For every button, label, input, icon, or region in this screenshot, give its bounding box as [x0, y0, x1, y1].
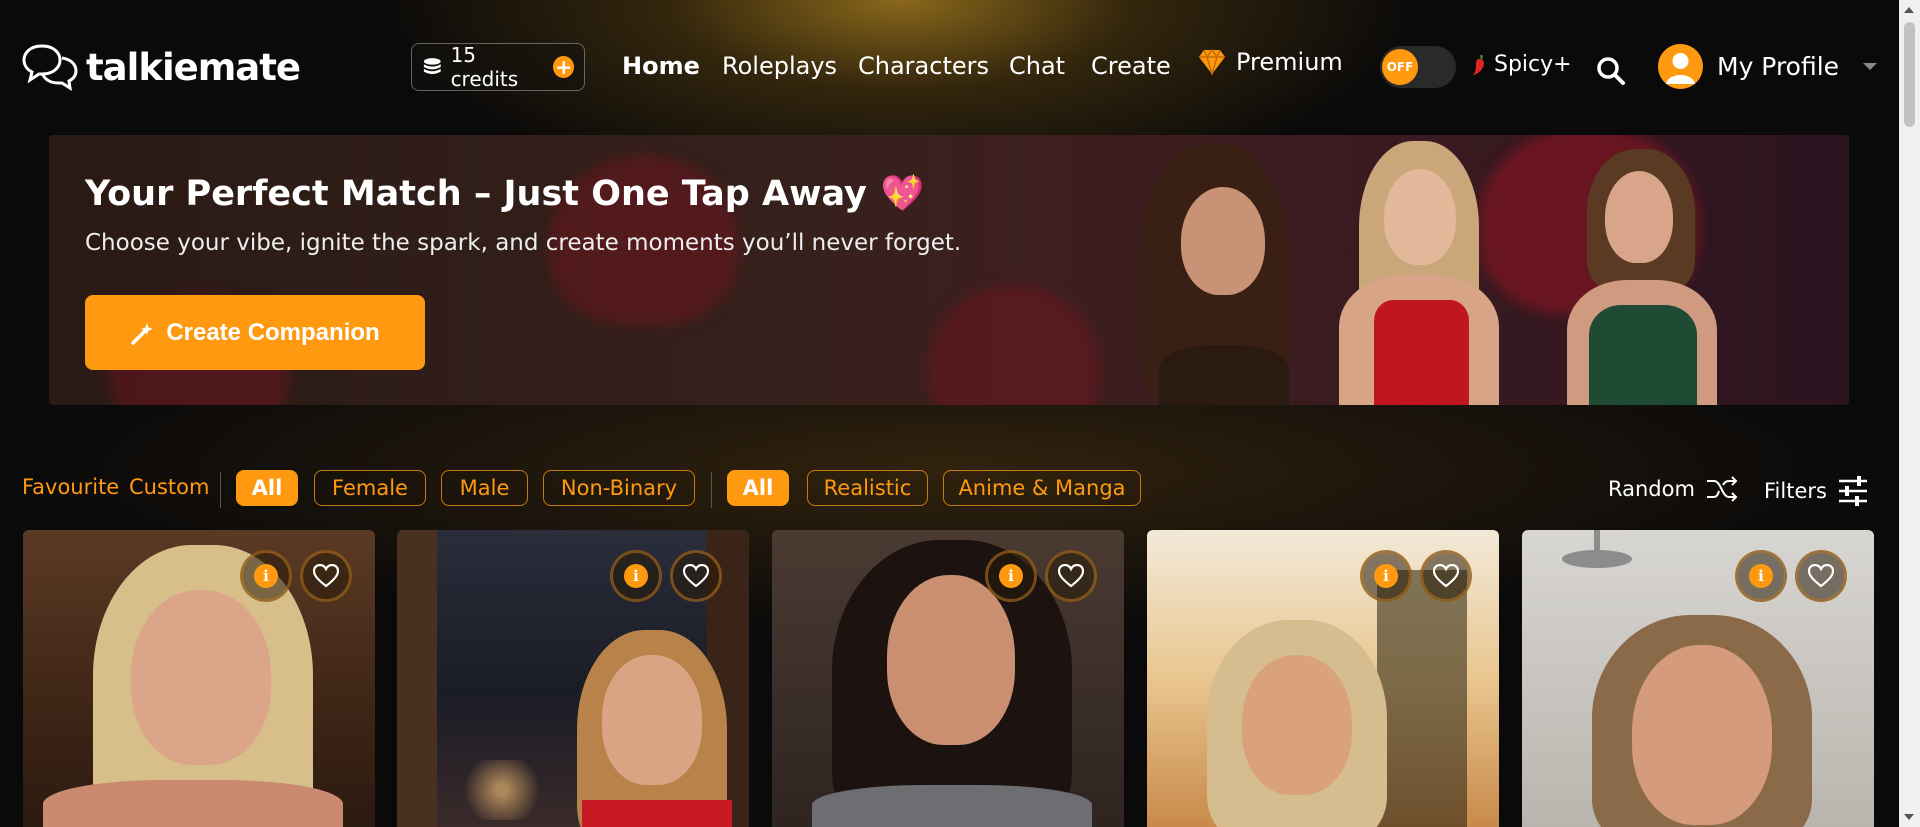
hero-banner: Your Perfect Match – Just One Tap Away 💖… [49, 135, 1849, 405]
search-icon[interactable] [1596, 56, 1626, 86]
info-button[interactable]: i [985, 550, 1037, 602]
info-icon: i [1749, 564, 1773, 588]
scroll-up-arrow-icon[interactable] [1904, 7, 1914, 13]
favorite-button[interactable] [1420, 550, 1472, 602]
scrollbar-thumb[interactable] [1904, 22, 1915, 127]
hero-title-text: Your Perfect Match – Just One Tap Away [85, 173, 867, 214]
nav-home[interactable]: Home [622, 52, 700, 80]
character-card[interactable]: i [23, 530, 375, 827]
app-name: talkiemate [86, 45, 301, 89]
diamond-icon [1199, 49, 1225, 75]
style-anime-manga-chip[interactable]: Anime & Manga [943, 470, 1141, 506]
profile-menu[interactable]: My Profile [1658, 44, 1878, 89]
sparkling-heart-icon: 💖 [880, 174, 925, 214]
shuffle-icon [1706, 476, 1738, 502]
create-companion-label: Create Companion [166, 318, 380, 346]
info-icon: i [624, 564, 648, 588]
spicy-label-group[interactable]: Spicy+ [1470, 52, 1572, 77]
page: talkiemate 15 credits + Home Roleplays C… [0, 0, 1899, 827]
profile-label: My Profile [1717, 52, 1840, 81]
filter-bar: Favourite Custom All Female Male Non-Bin… [0, 470, 1899, 510]
random-button[interactable]: Random [1608, 475, 1739, 503]
nav-chat[interactable]: Chat [1009, 52, 1065, 80]
add-credits-icon[interactable]: + [553, 56, 575, 78]
spicy-toggle[interactable]: OFF [1380, 46, 1456, 88]
info-button[interactable]: i [240, 550, 292, 602]
chat-bubbles-icon [22, 44, 78, 91]
divider [220, 472, 221, 508]
info-icon: i [1374, 564, 1398, 588]
style-realistic-chip[interactable]: Realistic [807, 470, 928, 506]
credits-button[interactable]: 15 credits + [411, 43, 585, 91]
top-header: talkiemate 15 credits + Home Roleplays C… [0, 0, 1899, 135]
heart-icon [1058, 564, 1084, 588]
user-avatar-icon [1658, 44, 1703, 89]
nav-create[interactable]: Create [1091, 52, 1171, 80]
favorite-button[interactable] [670, 550, 722, 602]
gender-non-binary-chip[interactable]: Non-Binary [543, 470, 695, 506]
info-button[interactable]: i [1735, 550, 1787, 602]
character-card[interactable]: i [1147, 530, 1499, 827]
chili-pepper-icon [1473, 53, 1484, 75]
hero-subtitle: Choose your vibe, ignite the spark, and … [85, 230, 962, 256]
magic-wand-icon [131, 322, 154, 345]
create-companion-button[interactable]: Create Companion [85, 295, 425, 370]
random-label: Random [1608, 477, 1695, 501]
toggle-state: OFF [1382, 49, 1418, 85]
style-all-chip[interactable]: All [727, 470, 789, 506]
info-button[interactable]: i [1360, 550, 1412, 602]
character-card[interactable]: i [397, 530, 749, 827]
hero-model-3 [1549, 135, 1739, 405]
nav-premium-label: Premium [1236, 48, 1343, 76]
spicy-label: Spicy+ [1494, 52, 1572, 77]
chevron-down-icon [1863, 63, 1878, 70]
hero-model-2 [1319, 135, 1519, 405]
hero-title: Your Perfect Match – Just One Tap Away 💖 [85, 173, 925, 215]
filter-favourite[interactable]: Favourite [22, 475, 119, 499]
favorite-button[interactable] [1045, 550, 1097, 602]
scroll-down-arrow-icon[interactable] [1904, 814, 1914, 820]
favorite-button[interactable] [300, 550, 352, 602]
heart-icon [1808, 564, 1834, 588]
info-button[interactable]: i [610, 550, 662, 602]
nav-roleplays[interactable]: Roleplays [722, 52, 837, 80]
nav-premium[interactable]: Premium [1198, 48, 1343, 76]
app-logo[interactable]: talkiemate [22, 42, 301, 92]
info-icon: i [999, 564, 1023, 588]
favorite-button[interactable] [1795, 550, 1847, 602]
heart-icon [313, 564, 339, 588]
character-card[interactable]: i [772, 530, 1124, 827]
nav-characters[interactable]: Characters [858, 52, 989, 80]
sliders-icon [1838, 476, 1867, 506]
filters-label: Filters [1764, 479, 1827, 503]
credits-label: 15 credits [450, 43, 519, 91]
filters-button[interactable]: Filters [1764, 475, 1869, 507]
gender-all-chip[interactable]: All [236, 470, 298, 506]
filter-custom[interactable]: Custom [129, 475, 209, 499]
gender-female-chip[interactable]: Female [314, 470, 426, 506]
heart-icon [683, 564, 709, 588]
gender-male-chip[interactable]: Male [441, 470, 528, 506]
heart-icon [1433, 564, 1459, 588]
hero-model-1 [1129, 135, 1309, 405]
vertical-scrollbar[interactable] [1899, 0, 1920, 827]
character-card[interactable]: i [1522, 530, 1874, 827]
coins-icon [423, 58, 441, 75]
divider [711, 472, 712, 508]
info-icon: i [254, 564, 278, 588]
